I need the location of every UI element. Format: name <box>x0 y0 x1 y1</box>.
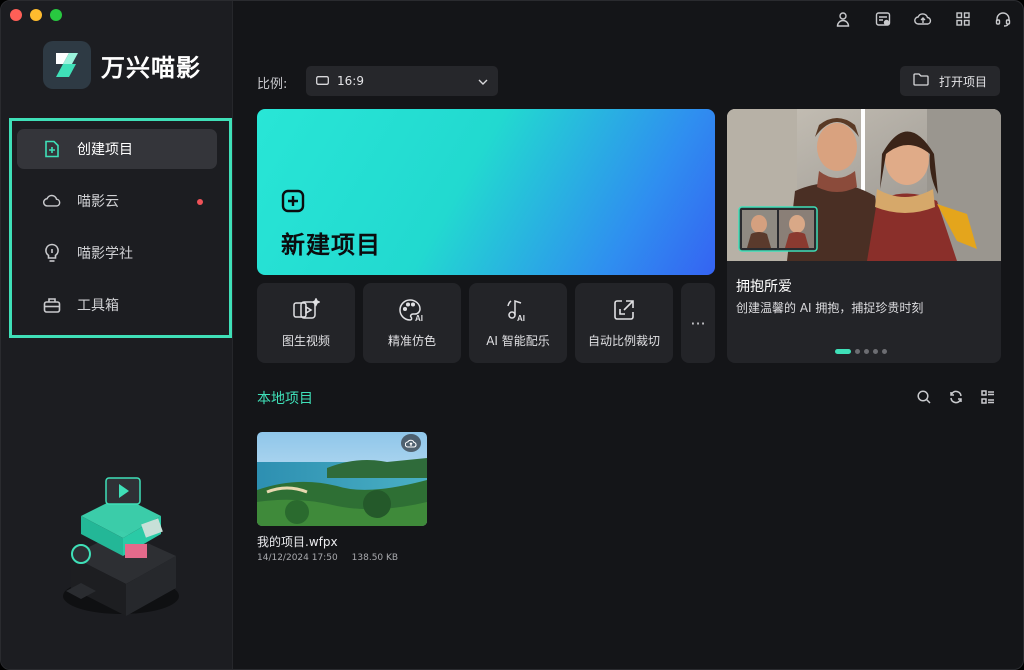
tool-color-match[interactable]: AI 精准仿色 <box>363 283 461 363</box>
sidebar-nav: 创建项目 喵影云 喵影学社 工具箱 <box>9 118 232 338</box>
carousel-indicator <box>835 349 887 354</box>
more-tools-button[interactable]: ··· <box>681 283 715 363</box>
chevron-down-icon <box>478 74 488 88</box>
open-project-button[interactable]: 打开项目 <box>900 66 1000 96</box>
carousel-dot[interactable] <box>855 349 860 354</box>
project-size: 138.50 KB <box>351 553 399 563</box>
tool-auto-reframe[interactable]: 自动比例裁切 <box>575 283 673 363</box>
palette-ai-icon: AI <box>398 298 426 322</box>
open-project-label: 打开项目 <box>938 74 987 89</box>
ratio-label: 比例: <box>257 77 288 92</box>
sidebar-item-toolbox[interactable]: 工具箱 <box>17 285 217 325</box>
promo-banner[interactable]: 拥抱所爱 创建温馨的 AI 拥抱，捕捉珍贵时刻 <box>727 109 1001 363</box>
apps-grid-icon[interactable] <box>953 9 973 29</box>
tool-label: 精准仿色 <box>387 333 436 348</box>
notification-dot <box>197 199 203 205</box>
new-project-card[interactable]: 新建项目 <box>257 109 715 275</box>
promo-image <box>727 109 1001 261</box>
sidebar-item-create-project[interactable]: 创建项目 <box>17 129 217 169</box>
carousel-dot[interactable] <box>835 349 851 354</box>
new-project-label: 新建项目 <box>281 231 381 259</box>
image-to-video-icon <box>292 297 320 322</box>
promo-description: 创建温馨的 AI 拥抱，捕捉珍贵时刻 <box>736 301 924 315</box>
list-view-icon[interactable] <box>980 388 996 406</box>
sidebar: 万兴喵影 创建项目 喵影云 喵影学社 工具箱 <box>1 1 233 669</box>
cloud-upload-icon[interactable] <box>401 434 421 452</box>
tool-label: 图生视频 <box>281 333 330 348</box>
search-icon[interactable] <box>916 388 932 406</box>
headset-icon[interactable] <box>993 9 1013 29</box>
zoom-window-button[interactable] <box>50 9 62 21</box>
window-controls <box>10 9 62 21</box>
aspect-ratio-icon <box>316 74 329 88</box>
calendar-icon[interactable] <box>873 9 893 29</box>
sidebar-item-label: 喵影学社 <box>77 246 133 262</box>
plus-square-icon <box>281 189 305 217</box>
tool-ai-music[interactable]: AI AI 智能配乐 <box>469 283 567 363</box>
local-projects-toolbar <box>916 388 996 406</box>
cloud-upload-icon[interactable] <box>913 9 933 29</box>
carousel-dot[interactable] <box>873 349 878 354</box>
app-window: 万兴喵影 创建项目 喵影云 喵影学社 工具箱 比例: 16:9 打开项目 新建项… <box>0 0 1024 670</box>
music-ai-icon: AI <box>504 298 532 322</box>
sidebar-item-label: 创建项目 <box>77 142 133 158</box>
local-projects-title: 本地项目 <box>257 391 313 407</box>
ratio-dropdown[interactable]: 16:9 <box>306 66 498 96</box>
svg-text:AI: AI <box>517 314 525 322</box>
svg-text:AI: AI <box>415 314 423 322</box>
more-icon: ··· <box>690 313 706 333</box>
auto-crop-icon <box>612 298 636 322</box>
project-name[interactable]: 我的项目.wfpx <box>257 533 338 550</box>
top-toolbar <box>833 9 1013 29</box>
quick-tools: 图生视频 AI 精准仿色 AI AI 智能配乐 自动比例裁切 ··· <box>257 283 715 363</box>
carousel-dot[interactable] <box>864 349 869 354</box>
sidebar-illustration <box>51 466 191 626</box>
user-icon[interactable] <box>833 9 853 29</box>
promo-title: 拥抱所爱 <box>736 279 792 295</box>
lightbulb-icon <box>43 243 61 262</box>
cloud-icon <box>43 192 61 210</box>
sidebar-item-cloud[interactable]: 喵影云 <box>17 181 217 221</box>
tool-image-to-video[interactable]: 图生视频 <box>257 283 355 363</box>
new-project-icon <box>43 140 61 158</box>
refresh-icon[interactable] <box>948 388 964 406</box>
project-meta: 14/12/2024 17:50 138.50 KB <box>257 553 398 563</box>
app-logo: 万兴喵影 <box>43 41 201 89</box>
minimize-window-button[interactable] <box>30 9 42 21</box>
toolbox-icon <box>43 296 61 314</box>
folder-icon <box>913 73 929 89</box>
sidebar-item-label: 喵影云 <box>77 194 119 210</box>
project-date: 14/12/2024 17:50 <box>257 553 338 563</box>
filmora-logo-icon <box>43 41 91 89</box>
sidebar-item-academy[interactable]: 喵影学社 <box>17 233 217 273</box>
tool-label: AI 智能配乐 <box>486 333 550 348</box>
close-window-button[interactable] <box>10 9 22 21</box>
tool-label: 自动比例裁切 <box>587 333 660 348</box>
ratio-value: 16:9 <box>337 74 364 88</box>
app-name: 万兴喵影 <box>101 53 201 82</box>
sidebar-item-label: 工具箱 <box>77 298 119 314</box>
carousel-dot[interactable] <box>882 349 887 354</box>
